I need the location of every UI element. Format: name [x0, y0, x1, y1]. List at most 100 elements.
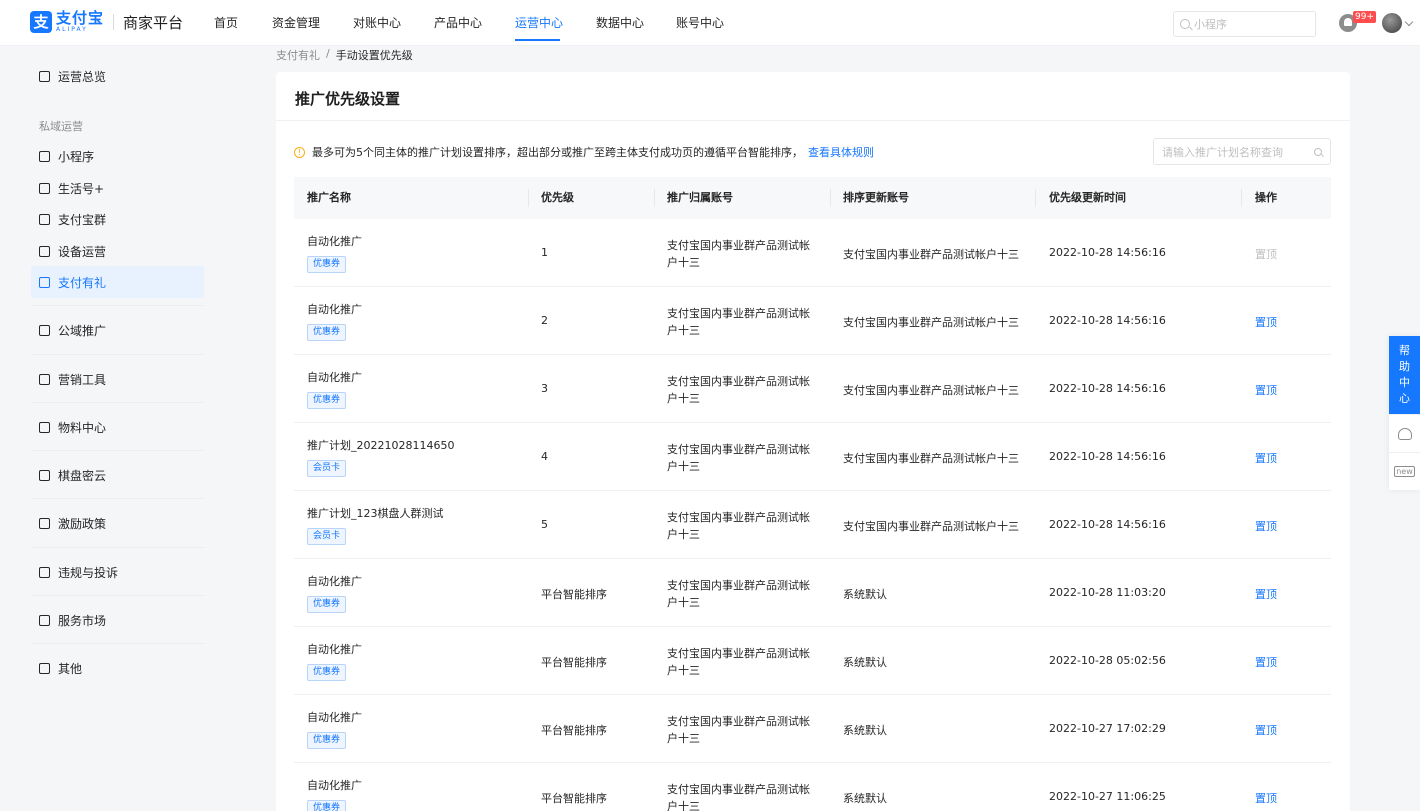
- sidebar-item-material[interactable]: 物料中心: [31, 411, 204, 443]
- cell-priority: 平台智能排序: [541, 724, 607, 737]
- pin-top-button[interactable]: 置顶: [1255, 382, 1277, 398]
- type-tag: 会员卡: [307, 528, 347, 545]
- col-header-priority: 优先级: [541, 191, 574, 204]
- type-tag: 会员卡: [307, 460, 347, 477]
- pin-top-button[interactable]: 置顶: [1255, 654, 1277, 670]
- sidebar-item-market[interactable]: 服务市场: [31, 604, 204, 636]
- sidebar-item-label: 营销工具: [58, 372, 107, 387]
- help-char: 中: [1399, 376, 1410, 389]
- sidebar-item-incentive[interactable]: 激励政策: [31, 507, 204, 539]
- table-row: 自动化推广 优惠券 2 支付宝国内事业群产品测试帐户十三 支付宝国内事业群产品测…: [294, 287, 1331, 355]
- cell-priority: 平台智能排序: [541, 792, 607, 805]
- col-header-op: 操作: [1255, 191, 1277, 204]
- cell-owner: 支付宝国内事业群产品测试帐户十三: [667, 511, 810, 541]
- sidebar-item-label: 小程序: [58, 149, 95, 164]
- cell-owner: 支付宝国内事业群产品测试帐户十三: [667, 783, 810, 811]
- cell-name: 自动化推广: [307, 711, 362, 724]
- breadcrumb-current: 手动设置优先级: [335, 49, 413, 62]
- plan-search-input[interactable]: 请输入推广计划名称查询: [1153, 138, 1331, 165]
- col-header-owner: 推广归属账号: [667, 191, 733, 204]
- sidebar-divider: [31, 450, 204, 451]
- pin-top-button[interactable]: 置顶: [1255, 790, 1277, 806]
- table-row: 推广计划_20221028114650 会员卡 4 支付宝国内事业群产品测试帐户…: [294, 423, 1331, 491]
- sidebar-item-miniprogram[interactable]: 小程序: [31, 140, 204, 172]
- cell-time: 2022-10-27 17:02:29: [1049, 722, 1166, 735]
- platform-name: 商家平台: [123, 13, 184, 32]
- sidebar-divider: [31, 547, 204, 548]
- col-header-name: 推广名称: [307, 191, 351, 204]
- sidebar-item-label: 棋盘密云: [58, 468, 107, 483]
- top-search-input[interactable]: 小程序: [1173, 11, 1316, 37]
- cell-time: 2022-10-28 14:56:16: [1049, 382, 1166, 395]
- sidebar-item-label: 运营总览: [58, 69, 107, 84]
- headset-button[interactable]: [1389, 414, 1420, 452]
- sidebar-item-public-promo[interactable]: 公域推广: [31, 314, 204, 346]
- col-divider: [830, 189, 831, 207]
- cell-name: 自动化推广: [307, 643, 362, 656]
- avatar[interactable]: [1382, 13, 1402, 33]
- nav-reconciliation[interactable]: 对账中心: [353, 0, 434, 46]
- nav-funds[interactable]: 资金管理: [272, 0, 353, 46]
- breadcrumb: 支付有礼 / 手动设置优先级: [276, 47, 413, 63]
- pin-top-button[interactable]: 置顶: [1255, 450, 1277, 466]
- chevron-down-icon[interactable]: [1404, 17, 1414, 27]
- alipay-logo-icon: 支: [30, 11, 52, 33]
- breadcrumb-parent[interactable]: 支付有礼: [276, 47, 320, 63]
- pin-top-button: 置顶: [1255, 248, 1277, 261]
- sidebar-item-paygift[interactable]: 支付有礼: [31, 266, 204, 298]
- search-icon: [1180, 19, 1190, 29]
- sidebar-item-label: 支付有礼: [58, 275, 107, 290]
- notice-text: 最多可为5个同主体的推广计划设置排序，超出部分或推广至跨主体支付成功页的遵循平台…: [312, 146, 803, 159]
- sidebar-item-lifeaccount[interactable]: 生活号+: [31, 172, 204, 204]
- brand-logo[interactable]: 支 支付宝 ALIPAY 商家平台: [30, 11, 183, 33]
- cell-time: 2022-10-28 11:03:20: [1049, 586, 1166, 599]
- notification-badge: 99+: [1353, 11, 1376, 23]
- col-divider: [528, 189, 529, 207]
- sidebar-divider: [31, 402, 204, 403]
- cube-icon: [39, 150, 50, 162]
- plan-search-placeholder: 请输入推广计划名称查询: [1162, 145, 1283, 159]
- sidebar-item-label: 激励政策: [58, 516, 107, 531]
- title-divider: [276, 120, 1350, 121]
- cell-time: 2022-10-28 14:56:16: [1049, 314, 1166, 327]
- sidebar-item-group[interactable]: 支付宝群: [31, 203, 204, 235]
- rules-link[interactable]: 查看具体规则: [808, 144, 874, 160]
- nav-data[interactable]: 数据中心: [596, 0, 676, 46]
- sidebar-item-device[interactable]: 设备运营: [31, 235, 204, 267]
- sidebar: 运营总览 私域运营 小程序 生活号+ 支付宝群 设备运营 支付有礼 公域推广 营…: [0, 46, 215, 811]
- sidebar-item-cloud[interactable]: 棋盘密云: [31, 459, 204, 491]
- cell-updater: 支付宝国内事业群产品测试帐户十三: [843, 452, 1019, 465]
- new-icon: new: [1394, 466, 1415, 477]
- gift-icon: [39, 276, 50, 288]
- nav-products[interactable]: 产品中心: [434, 0, 515, 46]
- search-icon[interactable]: [1314, 147, 1322, 156]
- sidebar-item-label: 服务市场: [58, 613, 107, 628]
- cell-priority: 平台智能排序: [541, 656, 607, 669]
- pin-top-button[interactable]: 置顶: [1255, 722, 1277, 738]
- pin-top-button[interactable]: 置顶: [1255, 314, 1277, 330]
- table-row: 推广计划_123棋盘人群测试 会员卡 5 支付宝国内事业群产品测试帐户十三 支付…: [294, 491, 1331, 559]
- col-header-time: 优先级更新时间: [1049, 191, 1126, 204]
- sidebar-item-complaints[interactable]: 违规与投诉: [31, 556, 204, 588]
- sidebar-item-marketing[interactable]: 营销工具: [31, 363, 204, 395]
- sidebar-item-other[interactable]: 其他: [31, 652, 204, 684]
- sidebar-item-label: 违规与投诉: [58, 565, 119, 580]
- cell-name: 自动化推广: [307, 303, 362, 316]
- nav-home[interactable]: 首页: [214, 0, 272, 46]
- sidebar-item-overview[interactable]: 运营总览: [31, 60, 204, 92]
- cell-priority: 1: [541, 246, 548, 259]
- pin-top-button[interactable]: 置顶: [1255, 586, 1277, 602]
- cell-name: 自动化推广: [307, 779, 362, 792]
- cell-updater: 支付宝国内事业群产品测试帐户十三: [843, 316, 1019, 329]
- brand-text: 支付宝 ALIPAY: [56, 11, 104, 33]
- new-features-button[interactable]: new: [1389, 452, 1420, 490]
- cell-owner: 支付宝国内事业群产品测试帐户十三: [667, 579, 810, 609]
- cell-updater: 支付宝国内事业群产品测试帐户十三: [843, 520, 1019, 533]
- nav-account[interactable]: 账号中心: [676, 0, 736, 46]
- cell-time: 2022-10-28 05:02:56: [1049, 654, 1166, 667]
- nav-operations[interactable]: 运营中心: [515, 0, 563, 46]
- sidebar-divider: [31, 498, 204, 499]
- help-center-button[interactable]: 帮 助 中 心: [1389, 336, 1420, 414]
- cell-owner: 支付宝国内事业群产品测试帐户十三: [667, 239, 810, 269]
- pin-top-button[interactable]: 置顶: [1255, 518, 1277, 534]
